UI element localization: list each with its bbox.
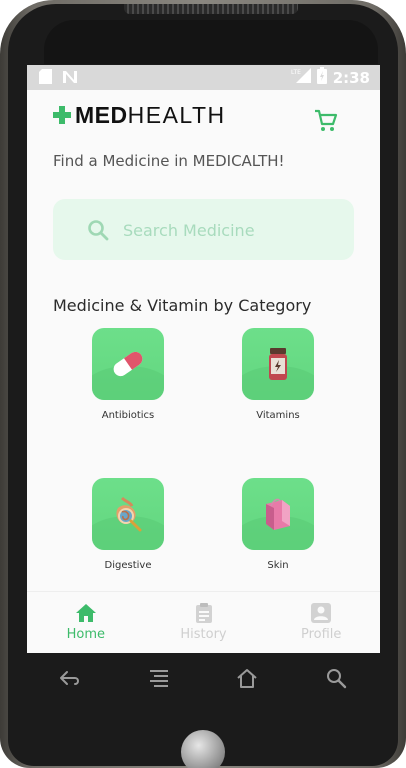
search-hardware-button[interactable] xyxy=(325,667,347,689)
bottom-navigation: Home History Profile xyxy=(27,591,380,653)
menu-button[interactable] xyxy=(148,668,170,688)
nav-history[interactable]: History xyxy=(145,592,263,653)
category-label: Vitamins xyxy=(256,410,300,421)
logo-text: MEDHEALTH xyxy=(75,102,226,129)
speaker-grille xyxy=(124,4,298,14)
search-input[interactable] xyxy=(123,217,323,243)
battery-icon xyxy=(316,67,327,88)
category-tile xyxy=(242,328,314,400)
medical-cross-icon xyxy=(53,106,71,124)
network-label: LTE xyxy=(291,69,301,76)
nav-profile-label: Profile xyxy=(300,627,342,642)
category-antibiotics[interactable]: Antibiotics xyxy=(68,328,188,438)
vitamin-bottle-icon xyxy=(269,348,287,380)
shopping-cart-icon xyxy=(315,109,338,131)
trackball-button[interactable] xyxy=(181,730,225,768)
app-screen: LTE 2:38 MEDHEALTH Find a Medicine in ME… xyxy=(27,65,380,653)
nav-profile[interactable]: Profile xyxy=(262,592,380,653)
category-vitamins[interactable]: Vitamins xyxy=(218,328,338,438)
logo-light-text: HEALTH xyxy=(127,101,226,128)
skin-icon xyxy=(266,498,290,530)
logo-bold-text: MED xyxy=(75,101,128,128)
category-tile xyxy=(92,478,164,550)
digestive-system-icon xyxy=(116,496,142,532)
cart-button[interactable] xyxy=(314,109,338,133)
home-hardware-button[interactable] xyxy=(236,667,258,689)
status-bar: LTE 2:38 xyxy=(27,65,380,90)
category-digestive[interactable]: Digestive xyxy=(68,478,188,588)
phone-frame: LTE 2:38 MEDHEALTH Find a Medicine in ME… xyxy=(0,0,406,768)
clipboard-icon xyxy=(195,603,212,623)
nav-home-label: Home xyxy=(66,627,106,642)
nav-home[interactable]: Home xyxy=(27,592,145,653)
back-button[interactable] xyxy=(58,668,82,688)
search-bar[interactable] xyxy=(53,199,354,260)
category-label: Digestive xyxy=(104,560,152,571)
notification-n-icon xyxy=(62,69,78,88)
clock: 2:38 xyxy=(332,68,370,87)
category-label: Antibiotics xyxy=(101,410,155,421)
category-tile xyxy=(92,328,164,400)
category-tile xyxy=(242,478,314,550)
profile-icon xyxy=(311,603,332,623)
home-icon xyxy=(75,604,96,622)
lte-signal-icon: LTE xyxy=(291,67,311,88)
category-section-title: Medicine & Vitamin by Category xyxy=(53,296,312,315)
page-subtitle: Find a Medicine in MEDICALTH! xyxy=(53,152,285,170)
phone-top-bezel xyxy=(44,20,378,64)
sd-card-icon xyxy=(39,69,52,88)
search-icon xyxy=(88,220,109,241)
category-skin[interactable]: Skin xyxy=(218,478,338,588)
capsule-icon xyxy=(113,351,143,377)
nav-history-label: History xyxy=(180,627,227,642)
category-label: Skin xyxy=(267,560,289,571)
app-logo: MEDHEALTH xyxy=(53,102,226,129)
